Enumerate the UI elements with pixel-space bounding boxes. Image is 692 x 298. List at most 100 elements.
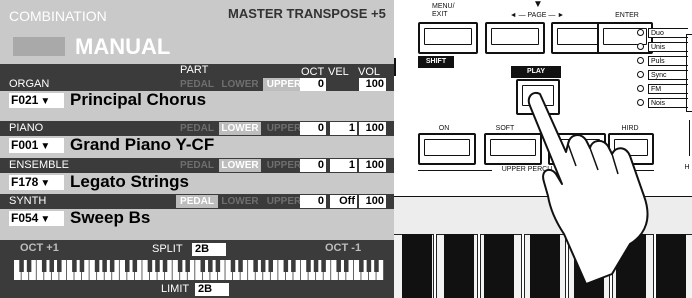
page-left-button[interactable]	[485, 22, 545, 54]
on-label: ON	[438, 125, 450, 132]
lcd-black-key	[313, 260, 319, 272]
vel-value[interactable]: 1	[330, 159, 357, 172]
panel-black-key[interactable]	[484, 234, 514, 298]
patch-name: Grand Piano Y-CF	[70, 135, 215, 154]
lcd-black-key	[79, 260, 85, 272]
vol-value[interactable]: 100	[359, 78, 386, 91]
right-oct-label: OCT	[325, 242, 349, 254]
patch-number: F001	[11, 138, 39, 152]
patch-number-select[interactable]: F021 ▼	[9, 93, 64, 108]
master-transpose-value: +5	[371, 6, 386, 21]
synth-type-label[interactable]: FM	[648, 84, 688, 94]
panel-divider	[394, 58, 396, 76]
oct-value[interactable]: 0	[300, 159, 326, 172]
lcd-black-key	[94, 260, 100, 272]
patch-number: F178	[11, 175, 39, 189]
lcd-black-key	[283, 260, 289, 272]
part-lower-toggle[interactable]: LOWER	[219, 159, 261, 172]
part-pedal-toggle[interactable]: PEDAL	[176, 195, 218, 208]
right-oct: OCT -1	[325, 242, 361, 254]
synth-type-label[interactable]: Unis	[648, 42, 688, 52]
vel-value[interactable]: Off	[330, 195, 357, 208]
vel-value[interactable]: 1	[330, 122, 357, 135]
menu-exit-button[interactable]	[418, 22, 478, 54]
synth-type-label[interactable]: Sync	[648, 70, 688, 80]
part-header: PART	[180, 64, 209, 76]
oct-value[interactable]: 0	[300, 78, 326, 91]
vol-value[interactable]: 100	[359, 195, 386, 208]
lcd-black-key	[132, 260, 138, 272]
lcd-black-key	[109, 260, 115, 272]
left-oct: OCT +1	[20, 242, 59, 254]
lcd-black-key	[238, 260, 243, 272]
lcd-black-key	[41, 260, 47, 272]
pointing-hand-icon	[527, 92, 649, 284]
control-panel: MENU/ EXIT ▼ ◄ — PAGE — ► ENTER SHIFT PL…	[394, 0, 692, 298]
patch-number-select[interactable]: F054 ▼	[9, 211, 64, 226]
lcd-black-key	[72, 260, 77, 272]
left-oct-value: +1	[46, 242, 59, 254]
lcd-black-key	[208, 260, 213, 272]
lcd-black-key	[374, 260, 379, 272]
lcd-black-key	[26, 260, 32, 272]
page-label: ◄ — PAGE — ►	[509, 12, 565, 19]
lcd-black-key	[306, 260, 311, 272]
lcd-black-key	[185, 260, 190, 272]
split-label: SPLIT	[152, 243, 183, 255]
synth-type-led	[637, 71, 644, 78]
section-name: PIANO	[9, 122, 44, 134]
synth-list-bracket	[686, 34, 692, 112]
lcd-black-key	[155, 260, 160, 272]
part-upper-toggle[interactable]: UPPER	[263, 159, 305, 172]
synth-type-label[interactable]: Nois	[648, 98, 688, 108]
lcd-black-key	[359, 260, 364, 272]
vel-header: VEL	[328, 66, 349, 78]
oct-value[interactable]: 0	[300, 195, 326, 208]
perc-on-button[interactable]	[418, 133, 476, 165]
shift-label: SHIFT	[418, 56, 454, 68]
part-upper-toggle[interactable]: UPPER	[263, 195, 305, 208]
part-upper-toggle[interactable]: UPPER	[263, 122, 305, 135]
patch-number-select[interactable]: F178 ▼	[9, 175, 64, 190]
part-upper-toggle[interactable]: UPPER	[263, 78, 305, 91]
mode-value[interactable]: MANUAL	[75, 34, 170, 60]
lcd-black-key	[162, 260, 168, 272]
lcd-black-key	[177, 260, 183, 272]
vol-value[interactable]: 100	[359, 122, 386, 135]
lcd-black-key	[343, 260, 349, 272]
right-oct-value: -1	[351, 242, 362, 254]
play-label: PLAY	[511, 66, 561, 78]
part-lower-toggle[interactable]: LOWER	[219, 122, 261, 135]
part-pedal-toggle[interactable]: PEDAL	[176, 159, 218, 172]
section-name: SYNTH	[9, 195, 47, 207]
lcd-black-key	[19, 260, 24, 272]
synth-type-label[interactable]: Duo	[648, 28, 688, 38]
part-lower-toggle[interactable]: LOWER	[219, 195, 261, 208]
oct-header: OCT	[301, 66, 325, 78]
limit-label: LIMIT	[161, 283, 190, 295]
lcd-black-key	[230, 260, 236, 272]
part-pedal-toggle[interactable]: PEDAL	[176, 122, 218, 135]
limit-value[interactable]: 2B	[195, 283, 229, 296]
panel-black-key[interactable]	[444, 234, 474, 298]
dropdown-arrow-icon: ▼	[40, 214, 51, 225]
oct-value[interactable]: 0	[300, 122, 326, 135]
patch-name: Sweep Bs	[70, 208, 151, 227]
lcd-black-key	[147, 260, 153, 272]
enter-button[interactable]	[597, 22, 653, 54]
vol-value[interactable]: 100	[359, 159, 386, 172]
master-transpose: MASTER TRANSPOSE +5	[228, 6, 386, 21]
lcd-black-key	[336, 260, 341, 272]
split-value[interactable]: 2B	[192, 243, 226, 256]
lcd-black-key	[102, 260, 107, 272]
page-pointer-icon: ▼	[533, 0, 543, 10]
panel-black-key[interactable]	[402, 234, 432, 298]
patch-number: F021	[11, 93, 39, 107]
panel-black-key[interactable]	[656, 234, 686, 298]
dropdown-arrow-icon: ▼	[40, 178, 51, 189]
lcd-black-key	[57, 260, 62, 272]
lcd-screen: COMBINATION MASTER TRANSPOSE +5 MANUAL O…	[0, 0, 394, 298]
patch-number-select[interactable]: F001 ▼	[9, 138, 64, 153]
part-lower-toggle[interactable]: LOWER	[219, 78, 261, 91]
synth-type-label[interactable]: Puls	[648, 56, 688, 66]
